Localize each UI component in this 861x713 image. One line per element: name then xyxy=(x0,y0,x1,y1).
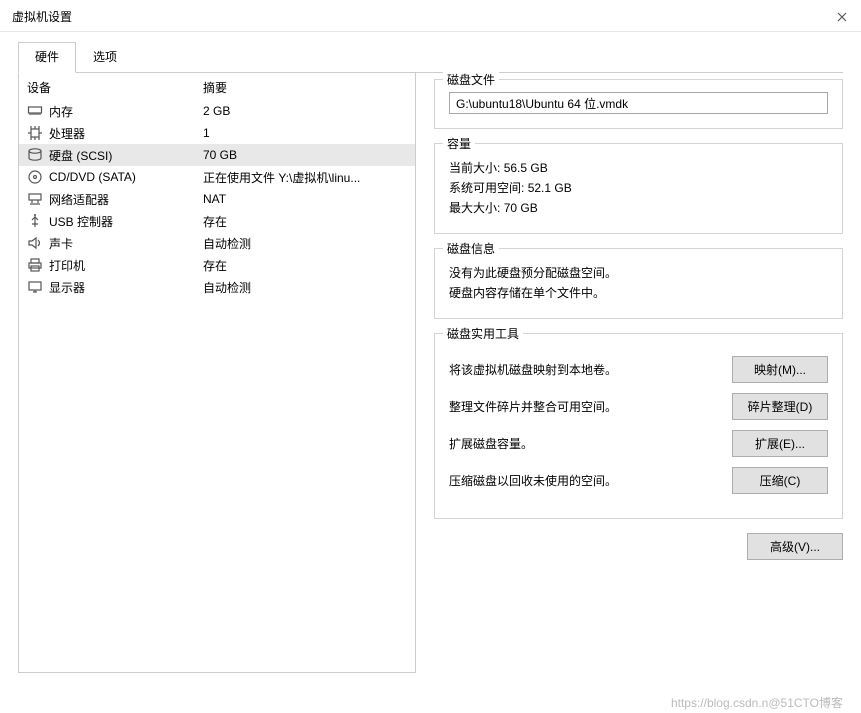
hardware-name: 处理器 xyxy=(49,125,203,142)
tab-hardware[interactable]: 硬件 xyxy=(18,42,76,73)
hardware-summary: 2 GB xyxy=(203,104,407,118)
capacity-free-label: 系统可用空间: xyxy=(449,181,524,195)
usb-icon xyxy=(27,213,43,229)
hardware-row[interactable]: 处理器1 xyxy=(19,122,415,144)
column-header-summary: 摘要 xyxy=(203,79,407,96)
capacity-max: 最大大小: 70 GB xyxy=(449,199,828,216)
capacity-current: 当前大小: 56.5 GB xyxy=(449,159,828,176)
advanced-button[interactable]: 高级(V)... xyxy=(747,533,843,560)
hardware-row[interactable]: 显示器自动检测 xyxy=(19,276,415,298)
capacity-current-label: 当前大小: xyxy=(449,161,500,175)
disk-icon xyxy=(27,147,43,163)
expand-description: 扩展磁盘容量。 xyxy=(449,435,732,452)
hardware-row[interactable]: 网络适配器NAT xyxy=(19,188,415,210)
capacity-group: 容量 当前大小: 56.5 GB 系统可用空间: 52.1 GB 最大大小: 7… xyxy=(434,143,843,234)
capacity-free: 系统可用空间: 52.1 GB xyxy=(449,179,828,196)
map-button[interactable]: 映射(M)... xyxy=(732,356,828,383)
hardware-summary: 1 xyxy=(203,126,407,140)
compact-description: 压缩磁盘以回收未使用的空间。 xyxy=(449,472,732,489)
disk-info-line2: 硬盘内容存储在单个文件中。 xyxy=(449,284,828,301)
hardware-name: 硬盘 (SCSI) xyxy=(49,147,203,164)
printer-icon xyxy=(27,257,43,273)
compact-button[interactable]: 压缩(C) xyxy=(732,467,828,494)
sound-icon xyxy=(27,235,43,251)
window-title: 虚拟机设置 xyxy=(12,8,72,25)
hardware-summary: 存在 xyxy=(203,257,407,274)
net-icon xyxy=(27,191,43,207)
disk-info-group: 磁盘信息 没有为此硬盘预分配磁盘空间。 硬盘内容存储在单个文件中。 xyxy=(434,248,843,319)
hardware-name: USB 控制器 xyxy=(49,213,203,230)
hardware-row[interactable]: USB 控制器存在 xyxy=(19,210,415,232)
disk-file-input[interactable] xyxy=(449,92,828,114)
hardware-name: 显示器 xyxy=(49,279,203,296)
capacity-legend: 容量 xyxy=(443,135,475,152)
watermark-text: https://blog.csdn.n@51CTO博客 xyxy=(671,694,843,711)
cpu-icon xyxy=(27,125,43,141)
hardware-summary: 70 GB xyxy=(203,148,407,162)
hardware-name: 打印机 xyxy=(49,257,203,274)
disk-file-group: 磁盘文件 xyxy=(434,79,843,129)
hardware-row[interactable]: CD/DVD (SATA)正在使用文件 Y:\虚拟机\linu... xyxy=(19,166,415,188)
defrag-button[interactable]: 碎片整理(D) xyxy=(732,393,828,420)
hardware-name: 网络适配器 xyxy=(49,191,203,208)
hardware-name: 内存 xyxy=(49,103,203,120)
hardware-summary: 自动检测 xyxy=(203,235,407,252)
column-header-device: 设备 xyxy=(27,79,203,96)
hardware-name: 声卡 xyxy=(49,235,203,252)
capacity-max-value: 70 GB xyxy=(504,201,538,215)
hardware-row[interactable]: 硬盘 (SCSI)70 GB xyxy=(19,144,415,166)
defrag-description: 整理文件碎片并整合可用空间。 xyxy=(449,398,732,415)
hardware-list-panel: 设备 摘要 内存2 GB处理器1硬盘 (SCSI)70 GBCD/DVD (SA… xyxy=(18,73,416,673)
detail-panel: 磁盘文件 容量 当前大小: 56.5 GB 系统可用空间: 52.1 GB 最大… xyxy=(434,73,843,713)
tab-options[interactable]: 选项 xyxy=(76,42,134,72)
hardware-row[interactable]: 打印机存在 xyxy=(19,254,415,276)
hardware-summary: 存在 xyxy=(203,213,407,230)
hardware-list-header: 设备 摘要 xyxy=(19,73,415,100)
tab-bar: 硬件 选项 xyxy=(0,32,861,72)
disk-file-legend: 磁盘文件 xyxy=(443,71,499,88)
display-icon xyxy=(27,279,43,295)
disk-utilities-legend: 磁盘实用工具 xyxy=(443,325,523,342)
map-description: 将该虚拟机磁盘映射到本地卷。 xyxy=(449,361,732,378)
hardware-row[interactable]: 内存2 GB xyxy=(19,100,415,122)
titlebar: 虚拟机设置 xyxy=(0,0,861,32)
hardware-summary: 正在使用文件 Y:\虚拟机\linu... xyxy=(203,169,407,186)
disk-info-line1: 没有为此硬盘预分配磁盘空间。 xyxy=(449,264,828,281)
disk-utilities-group: 磁盘实用工具 将该虚拟机磁盘映射到本地卷。 映射(M)... 整理文件碎片并整合… xyxy=(434,333,843,519)
close-icon[interactable] xyxy=(835,10,849,24)
memory-icon xyxy=(27,103,43,119)
expand-button[interactable]: 扩展(E)... xyxy=(732,430,828,457)
hardware-summary: 自动检测 xyxy=(203,279,407,296)
hardware-name: CD/DVD (SATA) xyxy=(49,170,203,184)
capacity-free-value: 52.1 GB xyxy=(528,181,572,195)
hardware-summary: NAT xyxy=(203,192,407,206)
hardware-list: 内存2 GB处理器1硬盘 (SCSI)70 GBCD/DVD (SATA)正在使… xyxy=(19,100,415,298)
capacity-current-value: 56.5 GB xyxy=(504,161,548,175)
disc-icon xyxy=(27,169,43,185)
hardware-row[interactable]: 声卡自动检测 xyxy=(19,232,415,254)
capacity-max-label: 最大大小: xyxy=(449,201,500,215)
disk-info-legend: 磁盘信息 xyxy=(443,240,499,257)
